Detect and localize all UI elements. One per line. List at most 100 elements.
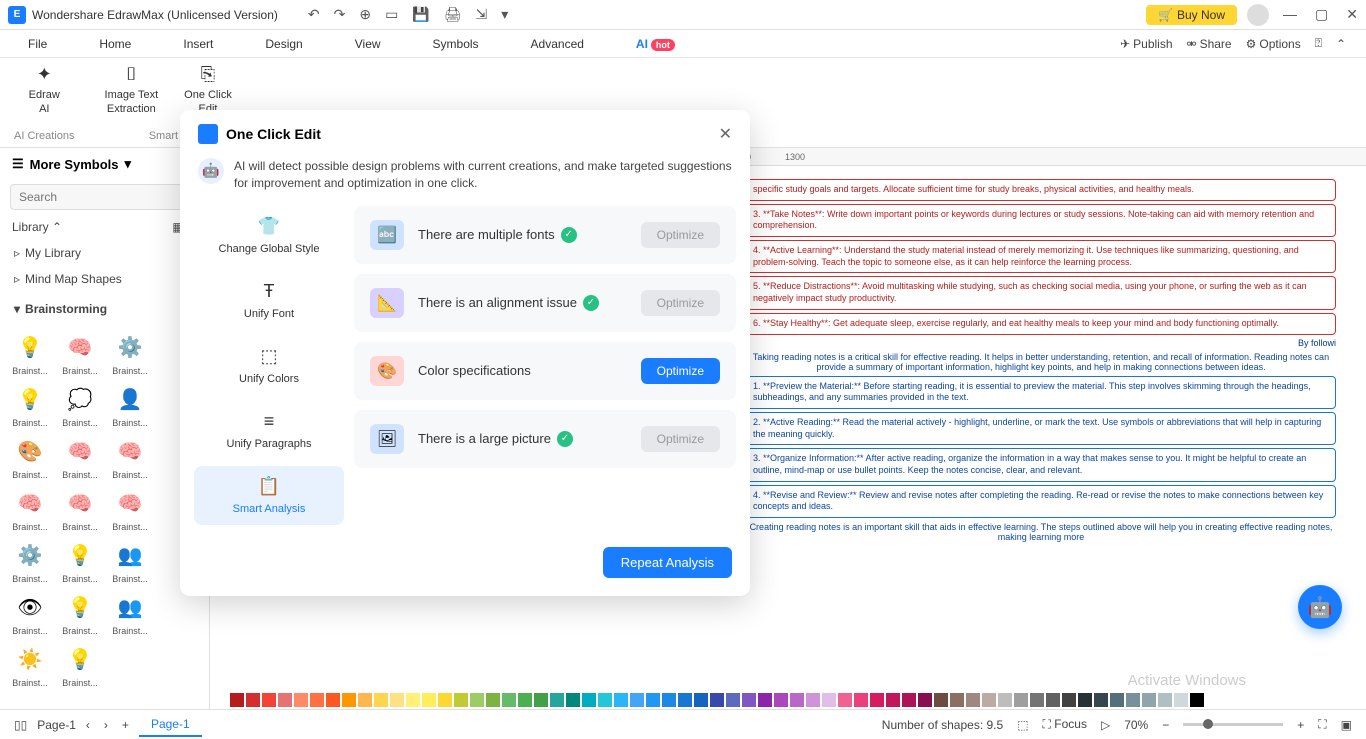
color-swatch[interactable]	[646, 693, 660, 707]
mindmap-item[interactable]: ▹ Mind Map Shapes	[0, 266, 209, 292]
page-tab-1[interactable]: Page-1	[139, 713, 202, 737]
fit-icon[interactable]: ⛶	[1318, 717, 1326, 732]
menu-advanced[interactable]: Advanced	[523, 33, 592, 55]
color-swatch[interactable]	[1014, 693, 1028, 707]
color-swatch[interactable]	[582, 693, 596, 707]
color-swatch[interactable]	[1062, 693, 1076, 707]
mindmap-node[interactable]: 5. **Reduce Distractions**: Avoid multit…	[746, 276, 1336, 309]
focus-button[interactable]: ⛶ Focus	[1043, 717, 1087, 732]
color-swatch[interactable]	[822, 693, 836, 707]
shape-item[interactable]: 🧠Brainst...	[58, 434, 102, 480]
shape-item[interactable]: 🎨Brainst...	[8, 434, 52, 480]
publish-button[interactable]: ✈ Publish	[1120, 37, 1172, 51]
color-swatch[interactable]	[966, 693, 980, 707]
mindmap-node[interactable]: specific study goals and targets. Alloca…	[746, 179, 1336, 201]
color-swatch[interactable]	[1094, 693, 1108, 707]
color-swatch[interactable]	[870, 693, 884, 707]
color-swatch[interactable]	[1126, 693, 1140, 707]
shape-item[interactable]: 💡Brainst...	[58, 642, 102, 688]
search-input[interactable]	[10, 184, 199, 210]
color-swatch[interactable]	[310, 693, 324, 707]
optimize-fonts-button[interactable]: Optimize	[641, 222, 720, 248]
color-swatch[interactable]	[230, 693, 244, 707]
menu-ai[interactable]: AIhot	[628, 33, 683, 55]
repeat-analysis-button[interactable]: Repeat Analysis	[603, 547, 732, 578]
prev-page-icon[interactable]: ‹	[86, 718, 90, 732]
color-swatch[interactable]	[790, 693, 804, 707]
color-swatch[interactable]	[886, 693, 900, 707]
shape-item[interactable]: 🧠Brainst...	[108, 434, 152, 480]
optimize-picture-button[interactable]: Optimize	[641, 426, 720, 452]
color-swatch[interactable]	[294, 693, 308, 707]
shape-item[interactable]: 💡Brainst...	[58, 590, 102, 636]
play-icon[interactable]: ▷	[1101, 718, 1110, 732]
menu-file[interactable]: File	[20, 33, 55, 55]
color-swatch[interactable]	[390, 693, 404, 707]
shape-item[interactable]: 👁Brainst...	[8, 590, 52, 636]
layers-icon[interactable]: ⬚	[1017, 718, 1028, 732]
color-swatch[interactable]	[998, 693, 1012, 707]
color-swatch[interactable]	[534, 693, 548, 707]
color-swatch[interactable]	[902, 693, 916, 707]
zoom-slider[interactable]	[1183, 723, 1283, 726]
color-swatch[interactable]	[342, 693, 356, 707]
color-swatch[interactable]	[1110, 693, 1124, 707]
color-swatch[interactable]	[1046, 693, 1060, 707]
shape-item[interactable]: 🧠Brainst...	[8, 486, 52, 532]
shape-item[interactable]: 🧠Brainst...	[58, 486, 102, 532]
add-page-icon[interactable]: +	[122, 718, 129, 732]
shape-item[interactable]: 💡Brainst...	[58, 538, 102, 584]
color-swatch[interactable]	[758, 693, 772, 707]
shape-item[interactable]: 💡Brainst...	[8, 382, 52, 428]
edraw-ai-button[interactable]: ✦ Edraw AI	[29, 63, 60, 115]
color-swatch[interactable]	[566, 693, 580, 707]
shape-item[interactable]: 👥Brainst...	[108, 590, 152, 636]
menu-insert[interactable]: Insert	[175, 33, 221, 55]
color-swatch[interactable]	[374, 693, 388, 707]
color-swatch[interactable]	[470, 693, 484, 707]
color-swatch[interactable]	[326, 693, 340, 707]
color-swatch[interactable]	[710, 693, 724, 707]
zoom-out-icon[interactable]: −	[1162, 718, 1169, 732]
zoom-in-icon[interactable]: +	[1297, 718, 1304, 732]
shape-item[interactable]: 🧠Brainst...	[58, 330, 102, 376]
color-swatch[interactable]	[1190, 693, 1204, 707]
brainstorming-section[interactable]: ▾ Brainstorming	[0, 292, 209, 322]
menu-home[interactable]: Home	[91, 33, 139, 55]
options-button[interactable]: ⚙ Options	[1246, 37, 1301, 51]
pages-icon[interactable]: ▯▯	[14, 718, 27, 732]
collapse-icon[interactable]: ⌃	[1336, 37, 1346, 51]
color-swatch[interactable]	[278, 693, 292, 707]
color-swatch[interactable]	[662, 693, 676, 707]
dialog-close-icon[interactable]: ✕	[719, 124, 732, 144]
color-swatch[interactable]	[246, 693, 260, 707]
mindmap-node[interactable]: 6. **Stay Healthy**: Get adequate sleep,…	[746, 313, 1336, 335]
color-swatch[interactable]	[358, 693, 372, 707]
color-swatch[interactable]	[486, 693, 500, 707]
color-swatch[interactable]	[598, 693, 612, 707]
color-swatch[interactable]	[918, 693, 932, 707]
color-swatch[interactable]	[694, 693, 708, 707]
buy-now-button[interactable]: 🛒 Buy Now	[1146, 5, 1237, 25]
save-icon[interactable]: 💾	[412, 6, 429, 23]
next-page-icon[interactable]: ›	[104, 718, 108, 732]
color-swatch[interactable]	[838, 693, 852, 707]
opt-smart-analysis[interactable]: 📋Smart Analysis	[194, 466, 344, 525]
color-swatch[interactable]	[614, 693, 628, 707]
opt-unify-font[interactable]: ŦUnify Font	[194, 271, 344, 330]
opt-global-style[interactable]: 👕Change Global Style	[194, 206, 344, 265]
maximize-icon[interactable]: ▢	[1315, 6, 1328, 23]
close-icon[interactable]: ✕	[1346, 6, 1358, 23]
more-icon[interactable]: ▾	[501, 6, 508, 23]
shape-item[interactable]: ⚙️Brainst...	[8, 538, 52, 584]
color-swatch[interactable]	[806, 693, 820, 707]
mindmap-node[interactable]: 4. **Active Learning**: Understand the s…	[746, 240, 1336, 273]
color-swatch[interactable]	[406, 693, 420, 707]
color-swatch[interactable]	[438, 693, 452, 707]
color-swatch[interactable]	[742, 693, 756, 707]
color-swatch[interactable]	[454, 693, 468, 707]
color-swatch[interactable]	[1030, 693, 1044, 707]
print-icon[interactable]: 🖨	[444, 6, 462, 23]
user-avatar-icon[interactable]	[1247, 4, 1269, 26]
my-library-item[interactable]: ▹ My Library	[0, 240, 209, 266]
